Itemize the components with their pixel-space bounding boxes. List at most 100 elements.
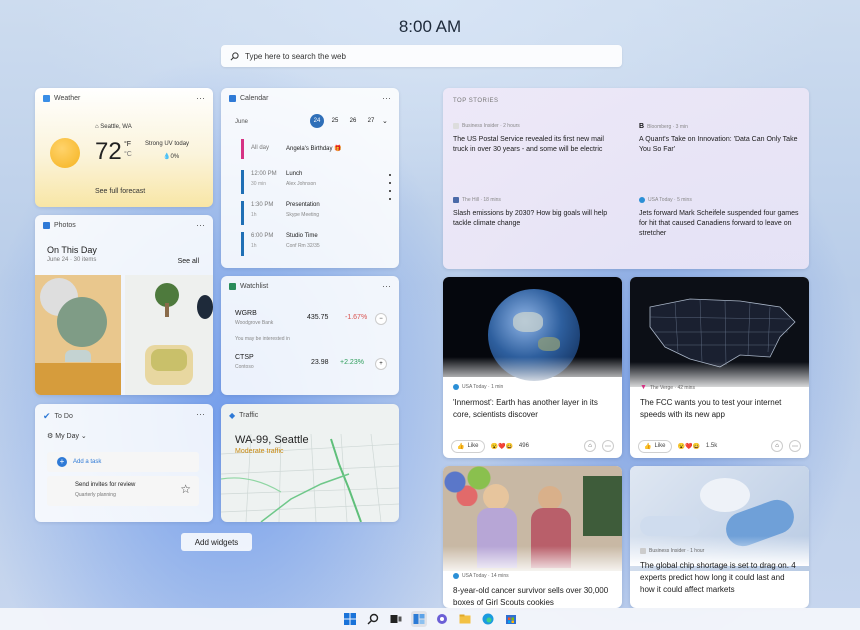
traffic-status: Moderate traffic: [235, 448, 284, 455]
add-stock-button[interactable]: +: [375, 358, 387, 370]
event-title: Presentation: [286, 202, 320, 208]
widget-title: Calendar: [240, 95, 269, 102]
watchlist-app-icon: [229, 283, 236, 290]
event-time: All day: [251, 145, 270, 151]
search-placeholder: Type here to search the web: [245, 51, 346, 61]
unit-c-toggle[interactable]: °C: [124, 151, 132, 158]
location-label: ⌂ Seattle, WA: [95, 124, 132, 130]
month-label: June: [235, 119, 249, 125]
photo-thumbnail[interactable]: [125, 275, 213, 395]
task-title: Send invites for review: [75, 482, 136, 488]
event-title: Lunch: [286, 171, 303, 177]
edge-icon[interactable]: [480, 611, 496, 627]
event-time: 12:00 PM: [251, 171, 277, 177]
photos-sub: June 24 · 30 items: [47, 257, 97, 263]
more-options-button[interactable]: ···: [382, 93, 391, 103]
add-task-input[interactable]: + Add a task: [47, 452, 199, 472]
more-options-button[interactable]: ⋯: [789, 440, 801, 452]
day-24[interactable]: 24: [310, 114, 324, 128]
more-options-button[interactable]: ···: [382, 281, 391, 291]
clock: 8:00 AM: [398, 17, 462, 36]
event-bar: [241, 170, 244, 194]
like-button[interactable]: 👍 Like: [638, 439, 672, 453]
news-source: USA Today · 14 mins: [462, 573, 509, 579]
save-icon[interactable]: ⌂: [584, 440, 596, 452]
event-time: 1:30 PM: [251, 202, 274, 208]
traffic-app-icon: ◆: [229, 411, 236, 420]
reactions-icon[interactable]: 😮❤️😀: [678, 443, 700, 450]
taskbar: [0, 608, 860, 630]
event-duration: 1h: [251, 212, 257, 218]
traffic-widget[interactable]: ◆ Traffic WA-99, Seattle Moderate traffic: [221, 404, 399, 522]
task-view-icon[interactable]: [388, 611, 404, 627]
widgets-icon[interactable]: [410, 611, 427, 627]
start-icon[interactable]: [342, 611, 358, 627]
day-27[interactable]: 27: [364, 118, 378, 124]
search-input[interactable]: Type here to search the web: [221, 45, 622, 67]
story-headline: The US Postal Service revealed its first…: [453, 136, 604, 153]
event-sub: Skype Meeting: [286, 212, 320, 218]
event-bar: [241, 201, 244, 225]
scrollbar[interactable]: [389, 174, 391, 204]
event-duration: 1h: [251, 243, 257, 249]
story-source: USA Today · 5 mins: [648, 197, 692, 203]
save-icon[interactable]: ⌂: [771, 440, 783, 452]
more-options-button[interactable]: ⋯: [602, 440, 614, 452]
task-item[interactable]: Send invites for review Quarterly planni…: [47, 476, 199, 506]
photos-widget[interactable]: Photos ··· On This Day June 24 · 30 item…: [35, 215, 213, 395]
temperature: 72: [95, 138, 122, 165]
photo-thumbnail[interactable]: [35, 275, 121, 395]
store-icon[interactable]: [503, 611, 519, 627]
more-options-button[interactable]: ···: [196, 93, 205, 103]
stock-price: 435.75: [307, 314, 329, 321]
bloomberg-logo-icon: B: [639, 123, 645, 130]
news-headline: The global chip shortage is set to drag …: [640, 561, 796, 594]
source-icon: [640, 548, 646, 554]
day-25[interactable]: 25: [328, 118, 342, 124]
unit-f-toggle[interactable]: °F: [124, 141, 131, 148]
news-card[interactable]: USA Today · 1 min 'Innermost': Earth has…: [443, 277, 622, 458]
forecast-link[interactable]: See full forecast: [95, 188, 145, 195]
todo-widget[interactable]: ✔ To Do ··· ⚙ My Day ⌄ + Add a task Send …: [35, 404, 213, 522]
news-actions: 👍 Like 😮❤️😀 496 ⌂ ⋯: [443, 434, 622, 458]
widget-title: To Do: [54, 413, 73, 420]
stock-symbol: CTSP: [235, 354, 254, 361]
news-card[interactable]: Business Insider · 1 hour The global chi…: [630, 466, 809, 608]
day-26[interactable]: 26: [346, 118, 360, 124]
search-icon[interactable]: [365, 611, 381, 627]
see-all-link[interactable]: See all: [178, 258, 199, 265]
more-options-button[interactable]: ···: [196, 409, 205, 419]
top-stories-widget[interactable]: TOP STORIES Business Insider · 2 hours T…: [443, 88, 809, 269]
more-options-button[interactable]: ···: [196, 220, 205, 230]
reactions-icon[interactable]: 😮❤️😀: [491, 443, 513, 450]
like-button[interactable]: 👍 Like: [451, 439, 485, 453]
weather-widget[interactable]: Weather ··· ⌂ Seattle, WA 72 °F °C Stron…: [35, 88, 213, 207]
chat-icon[interactable]: [434, 611, 450, 627]
calendar-app-icon: [229, 95, 236, 102]
traffic-map[interactable]: [221, 404, 399, 522]
plus-icon: +: [57, 457, 67, 467]
file-explorer-icon[interactable]: [457, 611, 473, 627]
news-card[interactable]: USA Today · 14 mins 8-year-old cancer su…: [443, 466, 622, 608]
widget-title: Traffic: [239, 412, 259, 419]
add-widgets-button[interactable]: Add widgets: [181, 533, 252, 551]
watchlist-widget[interactable]: Watchlist ··· WGRB Woodgrove Bank 435.75…: [221, 276, 399, 395]
chevron-down-icon[interactable]: ⌄: [382, 117, 388, 125]
event-duration: 30 min: [251, 181, 267, 187]
widget-title: Watchlist: [240, 283, 269, 290]
news-headline: 8-year-old cancer survivor sells over 30…: [453, 586, 609, 607]
remove-stock-button[interactable]: −: [375, 313, 387, 325]
news-headline: 'Innermost': Earth has another layer in …: [453, 398, 598, 419]
task-sub: Quarterly planning: [75, 492, 116, 498]
sun-icon: [50, 138, 80, 168]
event-sub: Alex Johnson: [286, 181, 317, 187]
todo-app-icon: ✔: [43, 411, 51, 421]
list-selector[interactable]: ⚙ My Day ⌄: [47, 432, 87, 440]
calendar-widget[interactable]: Calendar ··· June 24 25 26 27 ⌄ All day …: [221, 88, 399, 268]
news-card[interactable]: ▼ The Verge · 42 mins The FCC wants you t…: [630, 277, 809, 458]
stock-symbol: WGRB: [235, 310, 257, 317]
road-label: WA-99, Seattle: [235, 434, 309, 446]
event-title: Studio Time: [286, 233, 318, 239]
stock-name: Woodgrove Bank: [235, 320, 274, 326]
star-icon[interactable]: ☆: [180, 482, 191, 496]
